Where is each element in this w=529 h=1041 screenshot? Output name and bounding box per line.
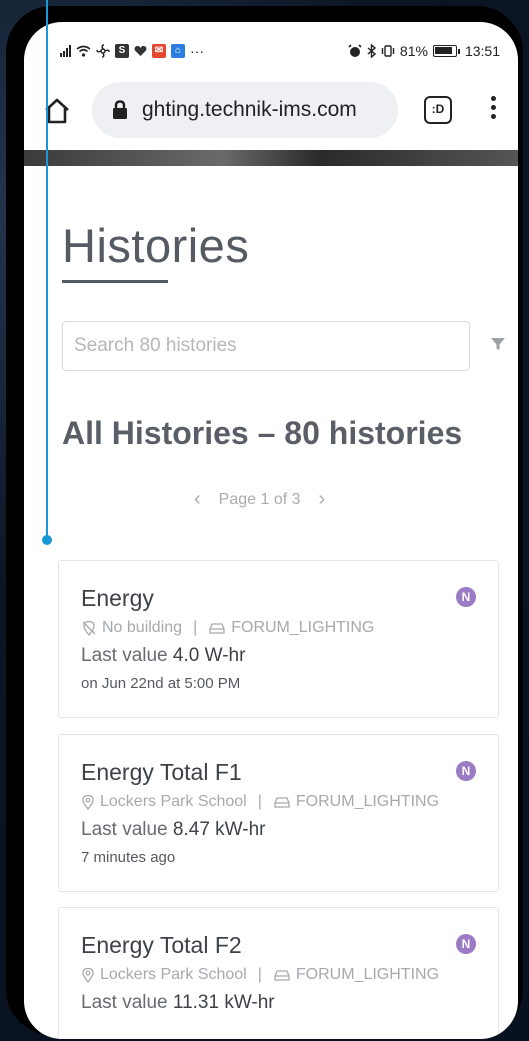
history-card[interactable]: Energy N No building | FORUM_LIGHTING La…: [58, 560, 499, 718]
meta-separator: |: [257, 793, 262, 810]
phone-screen: S ✉ ⌂ ··· 81% 13:51 ghting.technik-ims.c…: [24, 22, 518, 1039]
n-badge: N: [456, 761, 476, 781]
signal-icon: [60, 45, 71, 57]
n-badge: N: [456, 587, 476, 607]
history-name[interactable]: Energy Total F2: [81, 932, 242, 959]
last-value-row: Last value 4.0 W-hr: [81, 645, 245, 667]
hero-image-strip: [24, 150, 518, 166]
battery-tip: [457, 48, 460, 54]
page-indicator: Page 1 of 3: [218, 490, 301, 508]
history-meta: No building | FORUM_LIGHTING: [81, 619, 374, 637]
history-meta: Lockers Park School | FORUM_LIGHTING: [81, 793, 439, 811]
annotation-dot: [42, 535, 52, 545]
status-left: S ✉ ⌂ ···: [60, 43, 204, 59]
vibrate-icon: [381, 45, 395, 57]
pagination: ‹ Page 1 of 3 ›: [194, 488, 325, 511]
browser-menu-button[interactable]: [489, 96, 497, 126]
address-bar[interactable]: ghting.technik-ims.com: [92, 82, 398, 138]
bluetooth-icon: [367, 44, 376, 58]
battery-icon: [432, 45, 457, 57]
wifi-icon: [76, 45, 91, 57]
device-name: FORUM_LIGHTING: [231, 619, 375, 636]
last-value: 8.47 kW-hr: [172, 819, 266, 840]
phone-frame: S ✉ ⌂ ··· 81% 13:51 ghting.technik-ims.c…: [6, 6, 523, 1039]
building-name: No building: [102, 619, 183, 636]
meta-separator: |: [257, 966, 262, 983]
status-right: 81% 13:51: [348, 43, 500, 59]
previous-page-icon[interactable]: ‹: [194, 488, 201, 511]
next-page-icon[interactable]: ›: [319, 488, 326, 511]
s-app-icon: S: [115, 44, 129, 58]
lock-icon: [113, 100, 127, 119]
history-timestamp: 7 minutes ago: [81, 849, 176, 866]
location-icon: [82, 967, 94, 983]
device-icon: [274, 970, 290, 981]
status-time: 13:51: [464, 43, 500, 59]
location-icon: [82, 794, 94, 810]
section-title: All Histories – 80 histories: [62, 415, 463, 451]
last-value: 11.31 kW-hr: [172, 992, 275, 1013]
mail-icon: ✉: [152, 44, 166, 58]
alarm-icon: [348, 44, 362, 57]
last-value-label: Last value: [81, 645, 168, 666]
building-name: Lockers Park School: [100, 966, 247, 983]
building-name: Lockers Park School: [100, 793, 247, 810]
browser-toolbar: ghting.technik-ims.com :D: [24, 78, 518, 150]
search-input[interactable]: [62, 321, 470, 371]
device-icon: [209, 623, 225, 634]
history-card[interactable]: Energy Total F1 N Lockers Park School | …: [58, 734, 499, 892]
filter-icon[interactable]: [490, 336, 506, 352]
no-location-icon: [82, 620, 96, 636]
more-dots-icon: ···: [190, 43, 204, 59]
tab-switcher-button[interactable]: :D: [424, 96, 452, 124]
url-text[interactable]: ghting.technik-ims.com: [142, 98, 357, 122]
last-value-row: Last value 11.31 kW-hr: [81, 992, 275, 1014]
page-title: Histories: [62, 219, 250, 272]
battery-percent: 81%: [399, 43, 428, 59]
status-bar: S ✉ ⌂ ··· 81% 13:51: [24, 22, 518, 74]
last-value-row: Last value 8.47 kW-hr: [81, 819, 265, 841]
last-value: 4.0 W-hr: [172, 645, 246, 666]
meta-separator: |: [193, 619, 198, 636]
last-value-label: Last value: [81, 992, 168, 1013]
heart-icon: [134, 45, 147, 56]
history-name[interactable]: Energy Total F1: [81, 759, 242, 786]
title-underline: [62, 280, 168, 283]
home-app-icon: ⌂: [171, 44, 185, 58]
history-name[interactable]: Energy: [81, 585, 154, 612]
device-name: FORUM_LIGHTING: [295, 966, 440, 983]
device-name: FORUM_LIGHTING: [295, 793, 440, 810]
n-badge: N: [456, 934, 476, 954]
history-timestamp: on Jun 22nd at 5:00 PM: [81, 675, 241, 692]
fan-icon: [96, 44, 110, 58]
annotation-line: [46, 0, 48, 540]
history-card[interactable]: Energy Total F2 N Lockers Park School | …: [58, 907, 499, 1039]
device-icon: [274, 797, 290, 808]
last-value-label: Last value: [81, 819, 168, 840]
history-meta: Lockers Park School | FORUM_LIGHTING: [81, 966, 439, 984]
